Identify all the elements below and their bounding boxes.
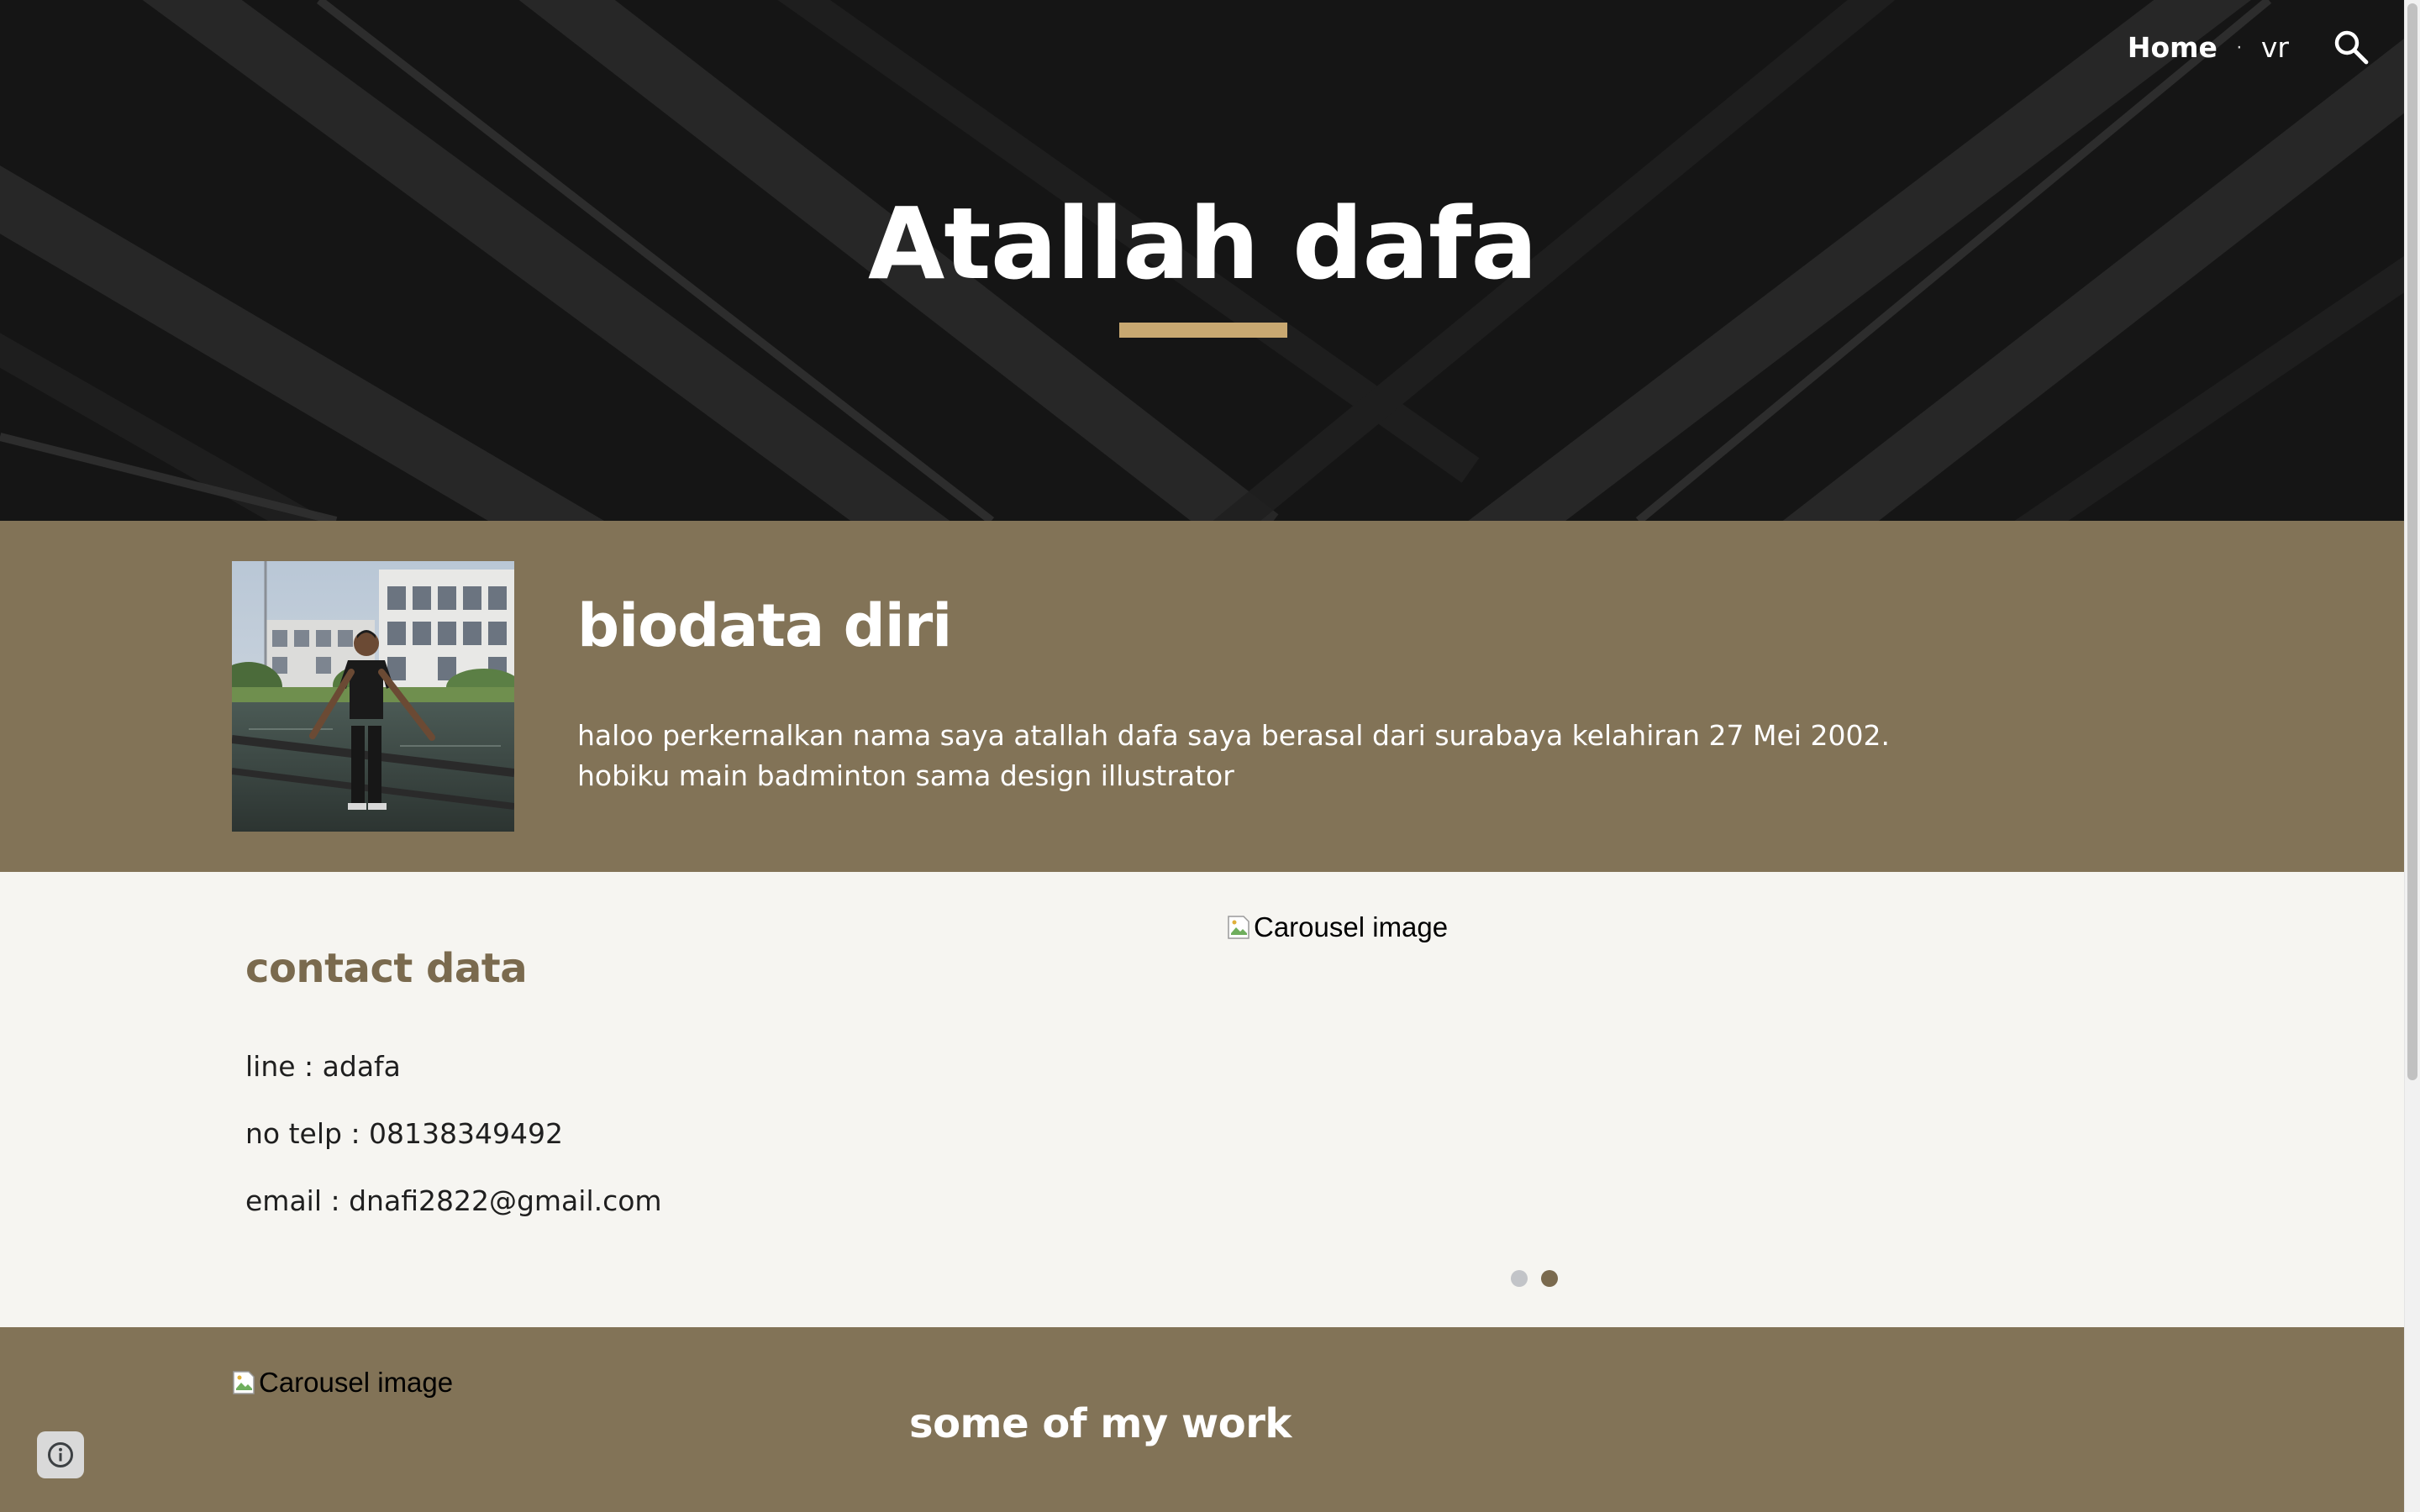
site-header: Home · vr Atallah dafa (0, 0, 2405, 521)
contact-line-email: email : dnafi2822@gmail.com (245, 1184, 662, 1217)
contact-section: contact data line : adafa no telp : 0813… (0, 872, 2405, 1327)
carousel-image-alt-text: Carousel image (1254, 911, 1449, 942)
broken-image-icon (233, 1371, 255, 1394)
carousel-dot-1[interactable] (1511, 1270, 1528, 1287)
contact-line-phone: no telp : 08138349492 (245, 1117, 564, 1150)
carousel-image-alt-text: Carousel image (259, 1367, 454, 1398)
carousel-indicators (1511, 1270, 1558, 1287)
title-underline (1119, 323, 1287, 338)
scrollbar-thumb[interactable] (2407, 3, 2417, 1080)
biodata-heading: biodata diri (577, 591, 952, 660)
contact-line-line: line : adafa (245, 1050, 401, 1083)
info-icon (48, 1442, 73, 1467)
site-title: Atallah dafa (867, 186, 1538, 302)
nav-link-vr[interactable]: vr (2261, 31, 2289, 64)
nav-separator: · (2235, 35, 2243, 58)
work-section: Carousel image some of my work (0, 1327, 2405, 1512)
profile-photo-image (232, 561, 514, 832)
site-info-button[interactable] (37, 1431, 84, 1478)
work-heading: some of my work (909, 1400, 1292, 1447)
carousel-dot-2[interactable] (1541, 1270, 1558, 1287)
biodata-section: biodata diri haloo perkernalkan nama say… (0, 521, 2405, 872)
broken-image-icon (1228, 916, 1249, 939)
nav-link-home[interactable]: Home (2128, 31, 2217, 64)
contact-heading: contact data (245, 945, 528, 992)
work-carousel-image: Carousel image (232, 1367, 453, 1399)
page-scrollbar[interactable] (2404, 0, 2420, 1512)
biodata-text: haloo perkernalkan nama saya atallah daf… (577, 719, 1890, 792)
top-navigation: Home · vr (2128, 27, 2371, 67)
search-icon[interactable] (2331, 27, 2371, 67)
contact-carousel-image: Carousel image (1227, 911, 1448, 943)
profile-photo (232, 561, 514, 832)
